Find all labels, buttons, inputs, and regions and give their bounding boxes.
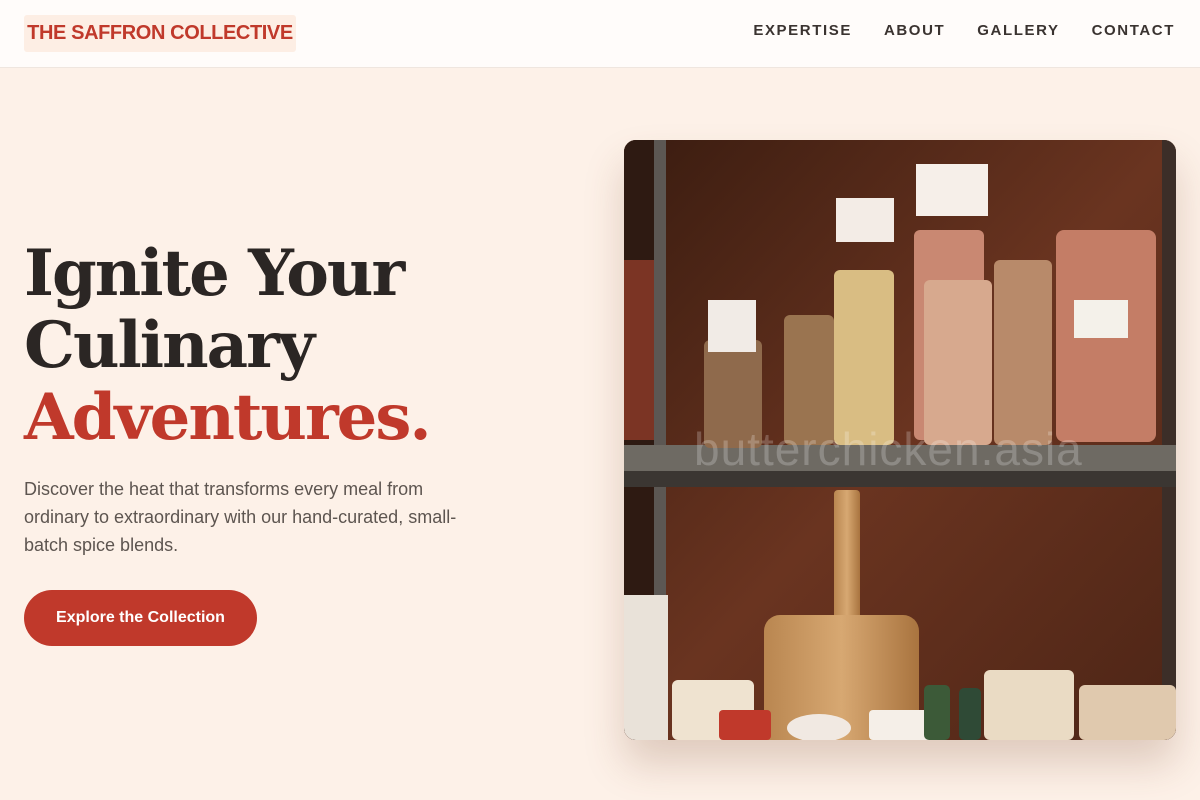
top-navigation: THE SAFFRON COLLECTIVE EXPERTISE ABOUT G…: [0, 0, 1200, 68]
explore-collection-button[interactable]: Explore the Collection: [24, 590, 257, 646]
hero-subtitle: Discover the heat that transforms every …: [24, 479, 457, 555]
nav-link-contact[interactable]: CONTACT: [1092, 22, 1175, 39]
hero-title-line-2: Culinary: [24, 308, 315, 383]
nav-link-gallery[interactable]: GALLERY: [977, 22, 1059, 39]
image-watermark: butterchicken.asia: [694, 423, 1083, 475]
brand-logo[interactable]: THE SAFFRON COLLECTIVE: [24, 15, 296, 52]
nav-link-about[interactable]: ABOUT: [884, 22, 945, 39]
brand-name: THE SAFFRON COLLECTIVE: [27, 22, 293, 44]
nav-link-expertise[interactable]: EXPERTISE: [753, 22, 852, 39]
hero-image-pantry-shelves: butterchicken.asia: [624, 140, 1176, 740]
hero-title: Ignite Your Culinary Adventures.: [24, 236, 432, 455]
hero-title-line-1: Ignite Your: [24, 236, 405, 311]
nav-links: EXPERTISE ABOUT GALLERY CONTACT: [753, 22, 1175, 39]
hero-title-accent: Adventures.: [24, 380, 432, 455]
